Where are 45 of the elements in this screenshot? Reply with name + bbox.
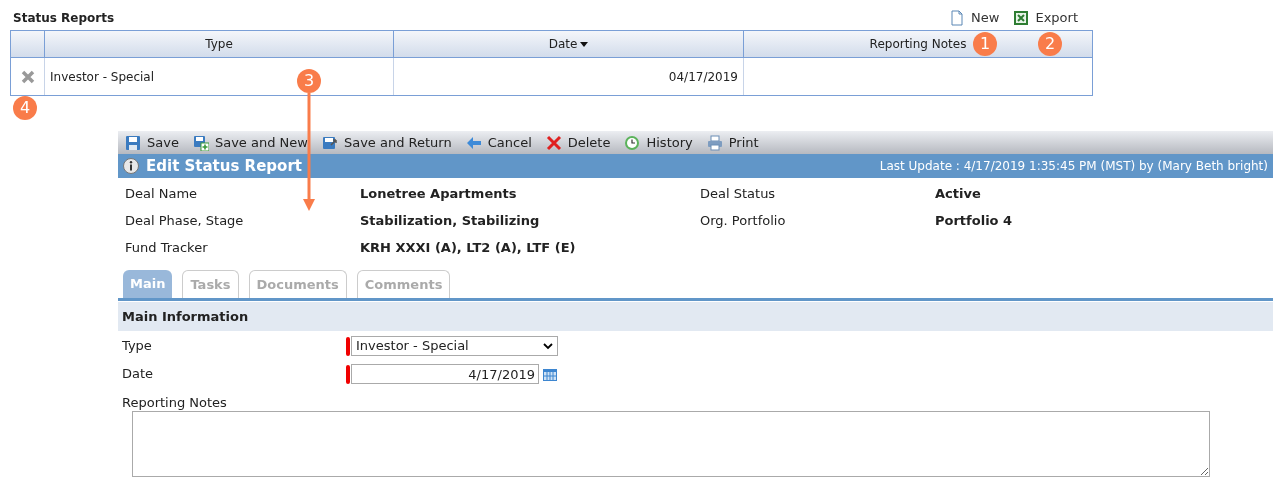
info-value: Lonetree Apartments	[360, 184, 518, 203]
printer-icon	[706, 134, 723, 151]
date-field[interactable]: 4/17/2019	[351, 364, 539, 384]
section-header: Main Information	[118, 302, 1273, 331]
x-icon	[545, 134, 562, 151]
field-label: Reporting Notes	[121, 394, 228, 411]
toolbar-button[interactable]: Cancel	[465, 132, 532, 153]
info-value: Active	[935, 184, 982, 203]
toolbar-button[interactable]: Save and New	[192, 132, 308, 153]
delete-x-icon[interactable]	[20, 69, 35, 84]
info-icon	[123, 158, 139, 174]
form-title: Edit Status Report	[146, 155, 302, 177]
spreadsheet-icon	[1013, 10, 1030, 26]
toolbar-button[interactable]: Save	[125, 132, 179, 153]
callout-badge: 3	[297, 69, 321, 93]
column-header[interactable]: Reporting Notes	[869, 35, 967, 53]
chevron-down-icon	[543, 342, 553, 350]
action-button[interactable]: Export	[1013, 8, 1078, 28]
toolbar-button[interactable]: Print	[706, 132, 759, 153]
calendar-icon[interactable]	[542, 366, 558, 382]
list-title: Status Reports	[13, 10, 115, 27]
document-icon	[949, 10, 966, 26]
clock-icon	[624, 134, 641, 151]
info-label: Org. Portfolio	[700, 211, 787, 230]
info-value: Stabilization, Stabilizing	[360, 211, 541, 230]
info-label: Deal Phase, Stage	[125, 211, 245, 230]
info-label: Deal Name	[125, 184, 199, 203]
type-select[interactable]: Investor - Special	[351, 336, 558, 356]
info-label: Deal Status	[700, 184, 777, 203]
info-value: KRH XXXI (A), LT2 (A), LTF (E)	[360, 238, 577, 257]
notes-textarea[interactable]	[132, 411, 1210, 477]
column-header[interactable]: Type	[205, 35, 233, 53]
toolbar-button[interactable]: Save and Return	[321, 132, 452, 153]
table-cell: 04/17/2019	[394, 58, 744, 95]
field-label: Type	[121, 337, 153, 356]
callout-badge: 4	[13, 96, 37, 120]
info-value: Portfolio 4	[935, 211, 1014, 230]
toolbar-button[interactable]: History	[624, 132, 693, 153]
last-update: Last Update : 4/17/2019 1:35:45 PM (MST) by (Mary Beth bright)	[879, 158, 1268, 175]
info-label: Fund Tracker	[125, 238, 209, 257]
toolbar-button[interactable]: Delete	[545, 132, 611, 153]
field-label: Date	[121, 365, 155, 384]
action-button[interactable]: New	[949, 8, 1000, 28]
column-header[interactable]: Date	[548, 35, 578, 53]
floppy-plus-icon	[192, 134, 209, 151]
